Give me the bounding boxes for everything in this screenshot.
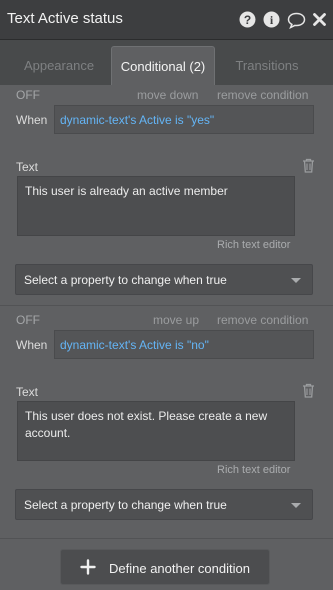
panel-header: Text Active status ? i [0,0,333,40]
condition-expression[interactable]: dynamic-text's Active is "no" [54,330,314,359]
rich-text-editor-link[interactable]: Rich text editor [217,239,290,251]
when-label: When [16,113,48,127]
tab-appearance[interactable]: Appearance [8,46,110,85]
move-down-link[interactable]: move down [137,88,198,102]
header-icons: ? i [239,11,329,32]
condition-expression[interactable]: dynamic-text's Active is "yes" [54,105,314,134]
rich-text-editor-link[interactable]: Rich text editor [217,464,290,476]
define-another-condition-label: Define another condition [109,561,250,576]
help-icon[interactable]: ? [239,11,256,31]
svg-text:?: ? [244,13,251,27]
property-select[interactable]: Select a property to change when true [15,489,313,520]
condition-status-toggle[interactable]: OFF [16,88,40,102]
property-select-label: Select a property to change when true [24,273,227,287]
info-icon[interactable]: i [263,11,280,31]
condition-divider [0,305,333,306]
tab-transitions[interactable]: Transitions [218,46,316,85]
panel-title: Text Active status [7,10,123,27]
move-up-link[interactable]: move up [153,313,199,327]
when-label: When [16,338,48,352]
condition-status-toggle[interactable]: OFF [16,313,40,327]
tab-conditional[interactable]: Conditional (2) [111,46,215,85]
footer-divider [0,538,333,539]
chevron-down-icon [291,278,301,283]
property-label: Text [16,385,39,399]
remove-condition-link[interactable]: remove condition [217,88,308,102]
property-label: Text [16,160,39,174]
text-value-input[interactable]: This user does not exist. Please create … [17,401,295,461]
tab-bar: Appearance Conditional (2) Transitions [0,40,333,85]
define-another-condition-button[interactable]: Define another condition [60,549,270,585]
plus-icon [80,559,96,578]
comment-icon[interactable] [287,12,306,32]
property-select[interactable]: Select a property to change when true [15,264,313,295]
trash-icon[interactable] [302,383,315,401]
close-icon[interactable] [313,13,326,29]
property-select-label: Select a property to change when true [24,498,227,512]
chevron-down-icon [291,503,301,508]
trash-icon[interactable] [302,158,315,176]
text-value-input[interactable]: This user is already an active member [17,176,295,236]
remove-condition-link[interactable]: remove condition [217,313,308,327]
